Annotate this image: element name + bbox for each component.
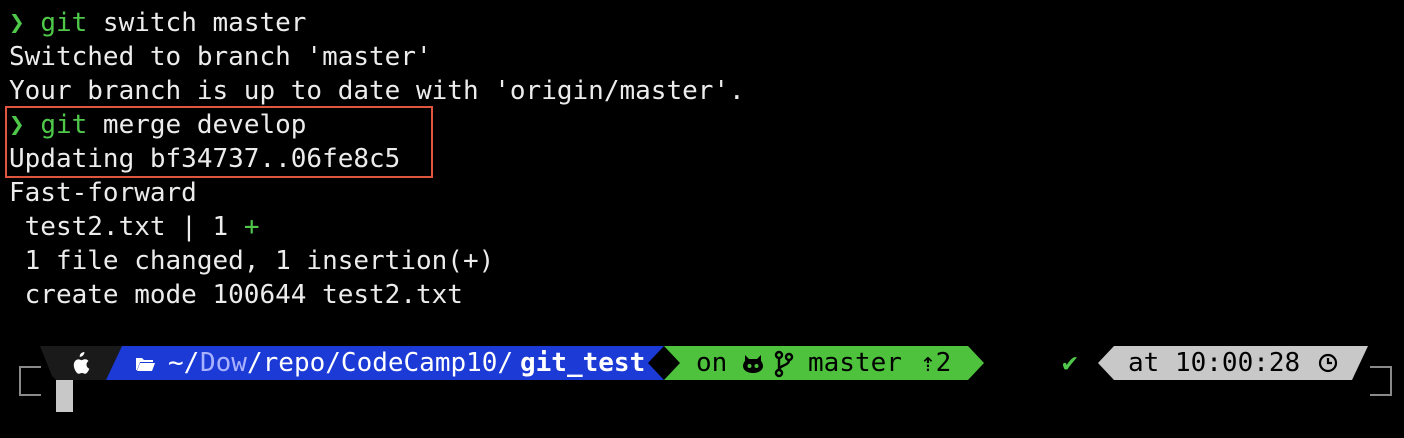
path-middle: /repo/CodeCamp10/	[247, 348, 514, 378]
path-current-dir: git_test	[520, 348, 646, 378]
output-line: Your branch is up to date with 'origin/m…	[9, 76, 745, 106]
output-line: create mode 100644 test2.txt	[9, 280, 463, 310]
terminal-window[interactable]: ❯ git switch master Switched to branch '…	[0, 0, 1404, 438]
command-name: git	[40, 8, 88, 38]
vcs-on-label: on	[696, 348, 728, 378]
path-home: ~/	[168, 348, 200, 378]
diffstat-plus: +	[243, 212, 260, 242]
github-icon	[743, 355, 763, 373]
output-line: Fast-forward	[9, 178, 197, 208]
prompt-bar: ~/ Dow /repo/CodeCamp10/ git_test on mas…	[0, 346, 1404, 380]
prompt-frame-connector	[56, 380, 73, 412]
folder-icon	[136, 358, 155, 371]
branch-name: master	[808, 348, 902, 378]
apple-icon	[73, 352, 90, 374]
time-label: at 10:00:28	[1128, 348, 1301, 378]
diffstat-line: test2.txt | 1 +	[9, 210, 260, 244]
prompt-chevron: ❯	[9, 8, 25, 38]
output-line: Switched to branch 'master'	[9, 42, 432, 72]
status-check-icon: ✔	[1062, 348, 1078, 378]
diffstat-file: test2.txt | 1	[9, 212, 244, 242]
prompt-line-switch: ❯ git switch master	[9, 6, 306, 40]
ahead-count: ⇡2	[920, 348, 952, 378]
command-args: switch master	[87, 8, 307, 38]
clock-icon	[1318, 353, 1338, 373]
highlight-annotation-box	[5, 106, 433, 178]
output-line: 1 file changed, 1 insertion(+)	[9, 246, 495, 276]
git-branch-icon	[774, 350, 794, 378]
path-abbrev: Dow	[200, 348, 247, 378]
